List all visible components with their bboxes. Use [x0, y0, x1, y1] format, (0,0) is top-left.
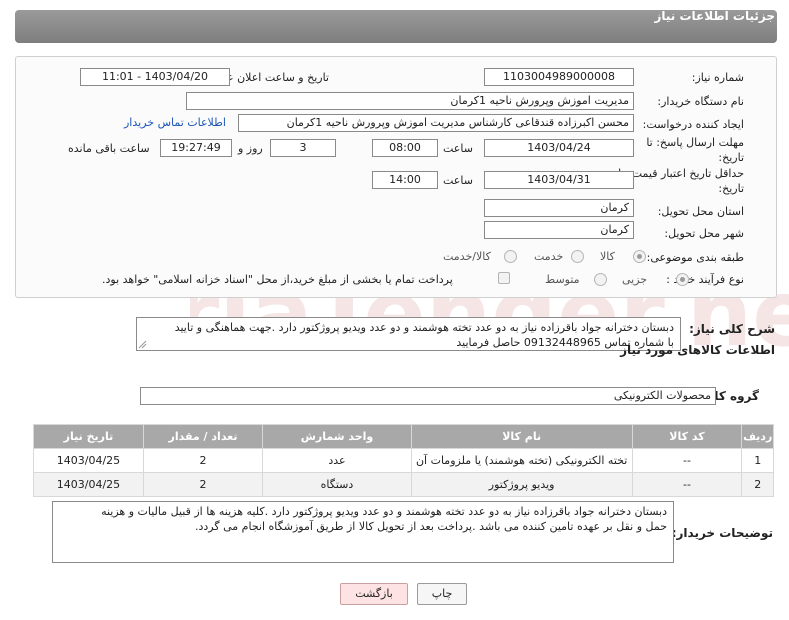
process-option-medium: متوسط — [545, 273, 580, 286]
description-line-1: دبستان دخترانه جواد باقرزاده نیاز به دو … — [174, 321, 674, 334]
description-label: شرح کلی نیاز: — [689, 322, 775, 336]
treasury-payment-note: پرداخت تمام یا بخشی از مبلغ خرید،از محل … — [102, 273, 453, 286]
cell-qty: 2 — [142, 472, 264, 497]
announce-datetime-field: 1403/04/20 - 11:01 — [80, 68, 230, 86]
buyer-contact-link[interactable]: اطلاعات تماس خریدار — [124, 116, 226, 129]
goods-table: ردیف کد کالا نام کالا واحد شمارش تعداد /… — [33, 424, 774, 497]
buyer-org-field: مدیریت اموزش وپرورش ناحیه 1کرمان — [186, 92, 634, 110]
col-name: نام کالا — [410, 424, 633, 449]
table-row: 1 -- تخته الکترونیکی (تخته هوشمند) یا مل… — [33, 448, 774, 473]
deadline-time-label: ساعت — [443, 142, 473, 155]
category-label: طبقه بندی موضوعی: — [646, 251, 744, 264]
col-qty: تعداد / مقدار — [142, 424, 264, 449]
city-field: کرمان — [484, 221, 634, 239]
remaining-time-label: ساعت باقی مانده — [68, 142, 150, 155]
buyer-notes-line-1: دبستان دخترانه جواد باقرزاده نیاز به دو … — [101, 505, 667, 518]
cell-code: -- — [631, 448, 743, 473]
validity-label: حداقل تاریخ اعتبار قیمت: تا — [618, 167, 744, 180]
print-button[interactable]: چاپ — [417, 583, 467, 605]
goods-group-field: محصولات الکترونیکی — [140, 387, 716, 405]
category-radio-goods-service[interactable] — [504, 250, 517, 263]
category-radio-goods[interactable] — [633, 250, 646, 263]
category-option-service: خدمت — [534, 250, 564, 263]
deadline-date-field: 1403/04/24 — [484, 139, 634, 157]
days-label: روز و — [238, 142, 263, 155]
resize-handle-icon[interactable] — [138, 340, 147, 349]
col-row: ردیف — [741, 424, 774, 449]
page-title: جزئیات اطلاعات نیاز — [654, 9, 775, 23]
category-radio-service[interactable] — [571, 250, 584, 263]
goods-table-header: ردیف کد کالا نام کالا واحد شمارش تعداد /… — [33, 424, 774, 449]
buyer-notes-textarea[interactable]: دبستان دخترانه جواد باقرزاده نیاز به دو … — [52, 501, 674, 563]
process-option-minor: جزیی — [622, 273, 648, 286]
cell-name: ویدیو پروژکتور — [410, 472, 633, 497]
cell-date: 1403/04/25 — [33, 472, 144, 497]
city-label: شهر محل تحویل: — [664, 227, 744, 240]
cell-date: 1403/04/25 — [33, 448, 144, 473]
cell-code: -- — [631, 472, 743, 497]
col-date: تاریخ نیاز — [33, 424, 144, 449]
process-radio-minor[interactable] — [676, 273, 689, 286]
province-label: استان محل تحویل: — [657, 205, 744, 218]
province-field: کرمان — [484, 199, 634, 217]
buyer-notes-label: توضیحات خریدار: — [671, 526, 773, 540]
need-number-field: 1103004989000008 — [484, 68, 634, 86]
creator-field: محسن اکبرزاده قندقاعی کارشناس مدیریت امو… — [238, 114, 634, 132]
cell-qty: 2 — [142, 448, 264, 473]
goods-section-title: اطلاعات کالاهای مورد نیاز — [620, 343, 775, 357]
creator-label: ایجاد کننده درخواست: — [642, 118, 744, 131]
buyer-org-label: نام دستگاه خریدار: — [657, 95, 744, 108]
deadline-time-field: 08:00 — [372, 139, 438, 157]
category-option-goods: کالا — [600, 250, 615, 263]
cell-row: 2 — [741, 472, 774, 497]
validity-time-field: 14:00 — [372, 171, 438, 189]
description-line-2: با شماره تماس 09132448965 حاصل فرمایید — [456, 336, 674, 349]
col-code: کد کالا — [631, 424, 743, 449]
validity-date-label: تاریخ: — [718, 182, 744, 195]
cell-unit: عدد — [262, 448, 412, 473]
category-option-goods-service: کالا/خدمت — [443, 250, 491, 263]
validity-date-field: 1403/04/31 — [484, 171, 634, 189]
description-textarea[interactable]: دبستان دخترانه جواد باقرزاده نیاز به دو … — [136, 317, 681, 351]
validity-time-label: ساعت — [443, 174, 473, 187]
deadline-date-label: تاریخ: — [718, 151, 744, 164]
need-number-label: شماره نیاز: — [691, 71, 744, 84]
cell-row: 1 — [741, 448, 774, 473]
process-radio-medium[interactable] — [594, 273, 607, 286]
col-unit: واحد شمارش — [262, 424, 412, 449]
treasury-payment-checkbox[interactable] — [498, 272, 510, 284]
buyer-notes-line-2: حمل و نقل بر عهده تامین کننده می باشد .پ… — [195, 520, 667, 533]
deadline-label: مهلت ارسال پاسخ: تا — [646, 136, 744, 149]
days-remaining-field: 3 — [270, 139, 336, 157]
cell-unit: دستگاه — [262, 472, 412, 497]
back-button[interactable]: بازگشت — [340, 583, 408, 605]
remaining-time-field: 19:27:49 — [160, 139, 232, 157]
table-row: 2 -- ویدیو پروژکتور دستگاه 2 1403/04/25 — [33, 472, 774, 497]
cell-name: تخته الکترونیکی (تخته هوشمند) یا ملزومات… — [410, 448, 633, 473]
